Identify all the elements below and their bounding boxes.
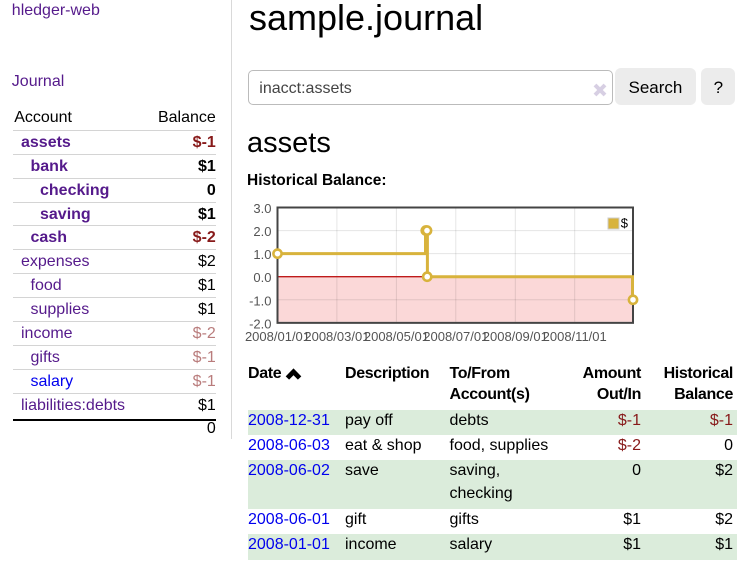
svg-text:0.0: 0.0 (253, 270, 271, 285)
svg-text:2.0: 2.0 (253, 224, 271, 239)
svg-text:2008/09/01: 2008/09/01 (483, 329, 548, 344)
svg-text:-1.0: -1.0 (249, 293, 271, 308)
svg-text:-2.0: -2.0 (249, 316, 271, 331)
svg-text:2008/03/01: 2008/03/01 (304, 329, 369, 344)
svg-text:2008/01/01: 2008/01/01 (245, 329, 310, 344)
svg-text:2008/11/01: 2008/11/01 (543, 329, 607, 344)
svg-text:2008/07/01: 2008/07/01 (423, 329, 488, 344)
svg-text:2008/05/01: 2008/05/01 (364, 329, 429, 344)
svg-text:1.0: 1.0 (253, 247, 271, 262)
svg-text:$: $ (621, 216, 629, 231)
svg-text:3.0: 3.0 (253, 201, 271, 216)
